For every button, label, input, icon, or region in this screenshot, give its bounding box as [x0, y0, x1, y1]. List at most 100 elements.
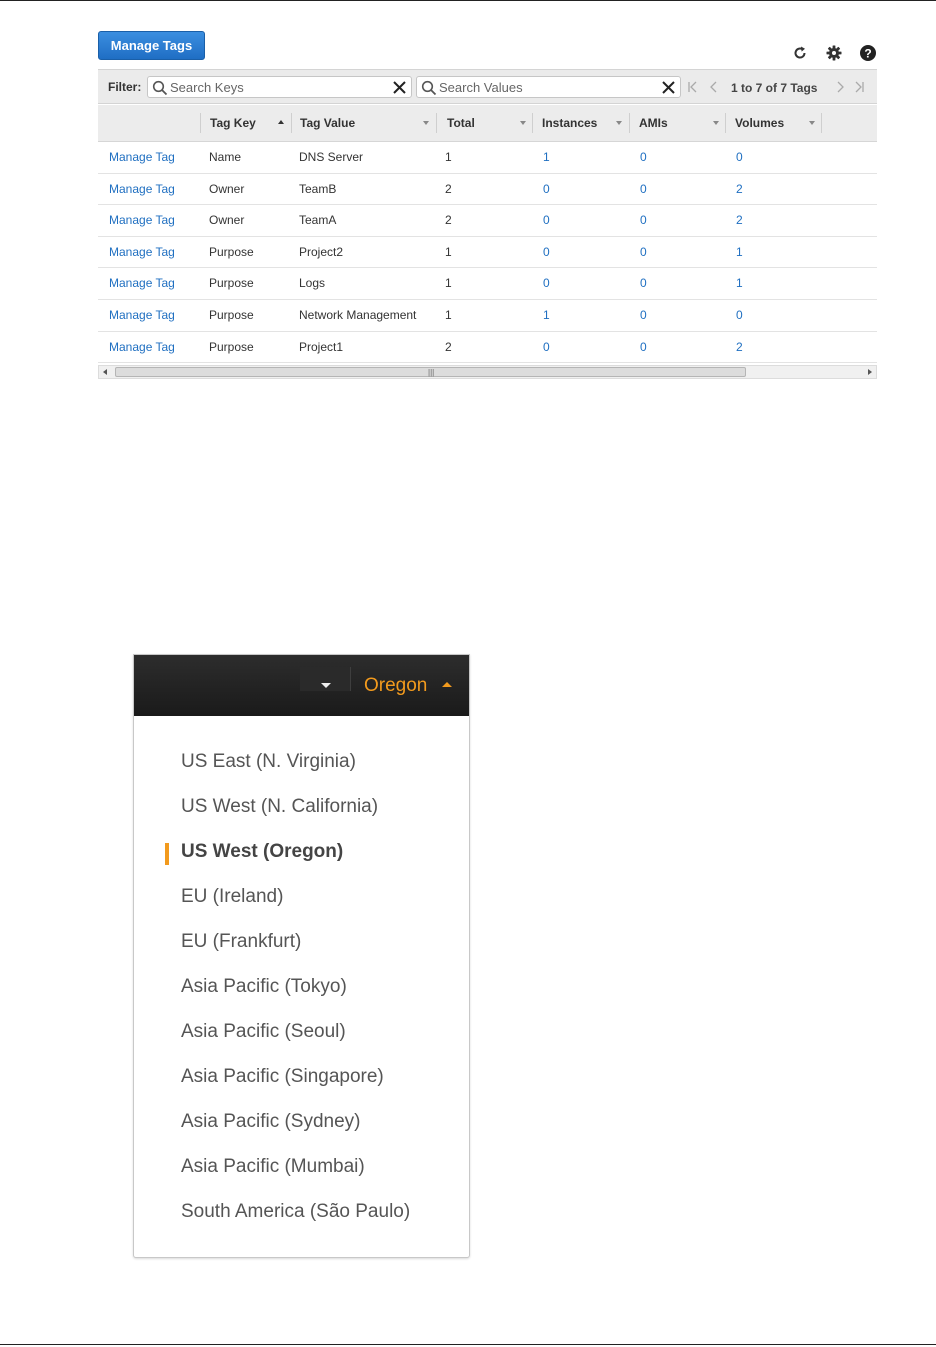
refresh-icon[interactable]	[791, 44, 809, 62]
chevron-down-icon	[321, 683, 331, 688]
manage-tag-link[interactable]: Manage Tag	[109, 332, 175, 363]
account-dropdown[interactable]	[300, 667, 351, 691]
instances-link[interactable]: 0	[543, 237, 550, 268]
instances-link[interactable]: 0	[543, 332, 550, 363]
last-page-icon[interactable]	[853, 81, 865, 93]
amis-link[interactable]: 0	[640, 237, 647, 268]
tag-key-cell: Purpose	[209, 276, 254, 291]
horizontal-scrollbar[interactable]: |||	[98, 365, 877, 379]
tag-key-cell: Purpose	[209, 244, 254, 259]
manage-tag-link[interactable]: Manage Tag	[109, 205, 175, 236]
region-item[interactable]: Asia Pacific (Sydney)	[134, 1103, 469, 1148]
grip-icon: |||	[428, 368, 435, 377]
tag-key-cell: Purpose	[209, 339, 254, 354]
tag-value-cell: TeamA	[299, 213, 337, 228]
total-cell: 1	[445, 307, 452, 322]
column-separator	[532, 113, 533, 133]
manage-tag-link[interactable]: Manage Tag	[109, 268, 175, 299]
sort-asc-icon	[278, 120, 284, 124]
region-label: Asia Pacific (Tokyo)	[181, 976, 347, 997]
amis-link[interactable]: 0	[640, 332, 647, 363]
column-header-tag-key[interactable]: Tag Key	[210, 105, 256, 141]
instances-link[interactable]: 1	[543, 142, 550, 173]
total-cell: 2	[445, 181, 452, 196]
table-row: Manage Tag Purpose Network Management 1 …	[98, 300, 877, 332]
tag-key-cell: Owner	[209, 213, 245, 228]
search-icon	[421, 80, 437, 96]
region-item[interactable]: Asia Pacific (Tokyo)	[134, 968, 469, 1013]
tag-key-cell: Owner	[209, 181, 245, 196]
region-item[interactable]: Asia Pacific (Singapore)	[134, 1058, 469, 1103]
manage-tag-link[interactable]: Manage Tag	[109, 237, 175, 268]
chevron-up-icon[interactable]	[442, 682, 452, 687]
volumes-link[interactable]: 2	[736, 205, 743, 236]
total-cell: 2	[445, 213, 452, 228]
region-item[interactable]: EU (Ireland)	[134, 878, 469, 923]
region-label: South America (São Paulo)	[181, 1201, 411, 1222]
next-page-icon[interactable]	[834, 81, 846, 93]
column-header-volumes[interactable]: Volumes	[735, 105, 784, 141]
region-item[interactable]: US East (N. Virginia)	[134, 743, 469, 788]
instances-link[interactable]: 0	[543, 205, 550, 236]
volumes-link[interactable]: 2	[736, 332, 743, 363]
tags-table-body: Manage Tag Name DNS Server 1 1 0 0 Manag…	[98, 142, 877, 364]
volumes-link[interactable]: 1	[736, 268, 743, 299]
amis-link[interactable]: 0	[640, 174, 647, 205]
prev-page-icon[interactable]	[708, 81, 720, 93]
region-label: Asia Pacific (Mumbai)	[181, 1156, 365, 1177]
search-keys-box	[147, 76, 412, 98]
column-header-tag-value[interactable]: Tag Value	[300, 105, 355, 141]
column-header-total[interactable]: Total	[447, 105, 475, 141]
amis-link[interactable]: 0	[640, 205, 647, 236]
search-values-box	[416, 76, 681, 98]
scroll-right-icon[interactable]	[868, 369, 872, 375]
sort-icon	[423, 121, 429, 125]
sort-icon	[713, 121, 719, 125]
current-region-label[interactable]: Oregon	[364, 675, 427, 697]
region-item[interactable]: US West (N. California)	[134, 788, 469, 833]
amis-link[interactable]: 0	[640, 300, 647, 331]
search-icon	[152, 80, 168, 96]
region-label: Asia Pacific (Singapore)	[181, 1066, 384, 1087]
manage-tag-link[interactable]: Manage Tag	[109, 142, 175, 173]
selected-indicator	[165, 843, 169, 865]
column-header-amis[interactable]: AMIs	[639, 105, 668, 141]
search-keys-input[interactable]	[170, 78, 385, 96]
svg-text:?: ?	[864, 47, 871, 61]
volumes-link[interactable]: 0	[736, 142, 743, 173]
table-row: Manage Tag Name DNS Server 1 1 0 0	[98, 142, 877, 174]
instances-link[interactable]: 0	[543, 268, 550, 299]
first-page-icon[interactable]	[687, 81, 699, 93]
column-separator	[436, 113, 437, 133]
region-item[interactable]: Asia Pacific (Mumbai)	[134, 1148, 469, 1193]
volumes-link[interactable]: 2	[736, 174, 743, 205]
tag-value-cell: TeamB	[299, 181, 337, 196]
manage-tags-button[interactable]: Manage Tags	[98, 31, 205, 60]
column-separator	[200, 113, 201, 133]
instances-link[interactable]: 1	[543, 300, 550, 331]
tag-key-cell: Name	[209, 150, 242, 164]
clear-values-icon[interactable]	[661, 80, 676, 95]
gear-icon[interactable]	[825, 44, 843, 62]
instances-link[interactable]: 0	[543, 174, 550, 205]
manage-tag-link[interactable]: Manage Tag	[109, 174, 175, 205]
amis-link[interactable]: 0	[640, 268, 647, 299]
region-item[interactable]: Asia Pacific (Seoul)	[134, 1013, 469, 1058]
column-separator	[821, 113, 822, 133]
help-icon[interactable]: ?	[859, 44, 877, 62]
scroll-left-icon[interactable]	[103, 369, 107, 375]
region-item-selected[interactable]: US West (Oregon)	[134, 833, 469, 878]
search-values-input[interactable]	[439, 78, 654, 96]
region-item[interactable]: EU (Frankfurt)	[134, 923, 469, 968]
region-label: EU (Ireland)	[181, 886, 284, 907]
total-cell: 1	[445, 244, 452, 259]
manage-tag-link[interactable]: Manage Tag	[109, 300, 175, 331]
volumes-link[interactable]: 1	[736, 237, 743, 268]
scrollbar-thumb[interactable]: |||	[115, 367, 746, 377]
amis-link[interactable]: 0	[640, 142, 647, 173]
region-item[interactable]: South America (São Paulo)	[134, 1193, 469, 1238]
column-header-instances[interactable]: Instances	[542, 105, 597, 141]
tag-value-cell: Project2	[299, 244, 344, 259]
clear-keys-icon[interactable]	[392, 80, 407, 95]
volumes-link[interactable]: 0	[736, 300, 743, 331]
